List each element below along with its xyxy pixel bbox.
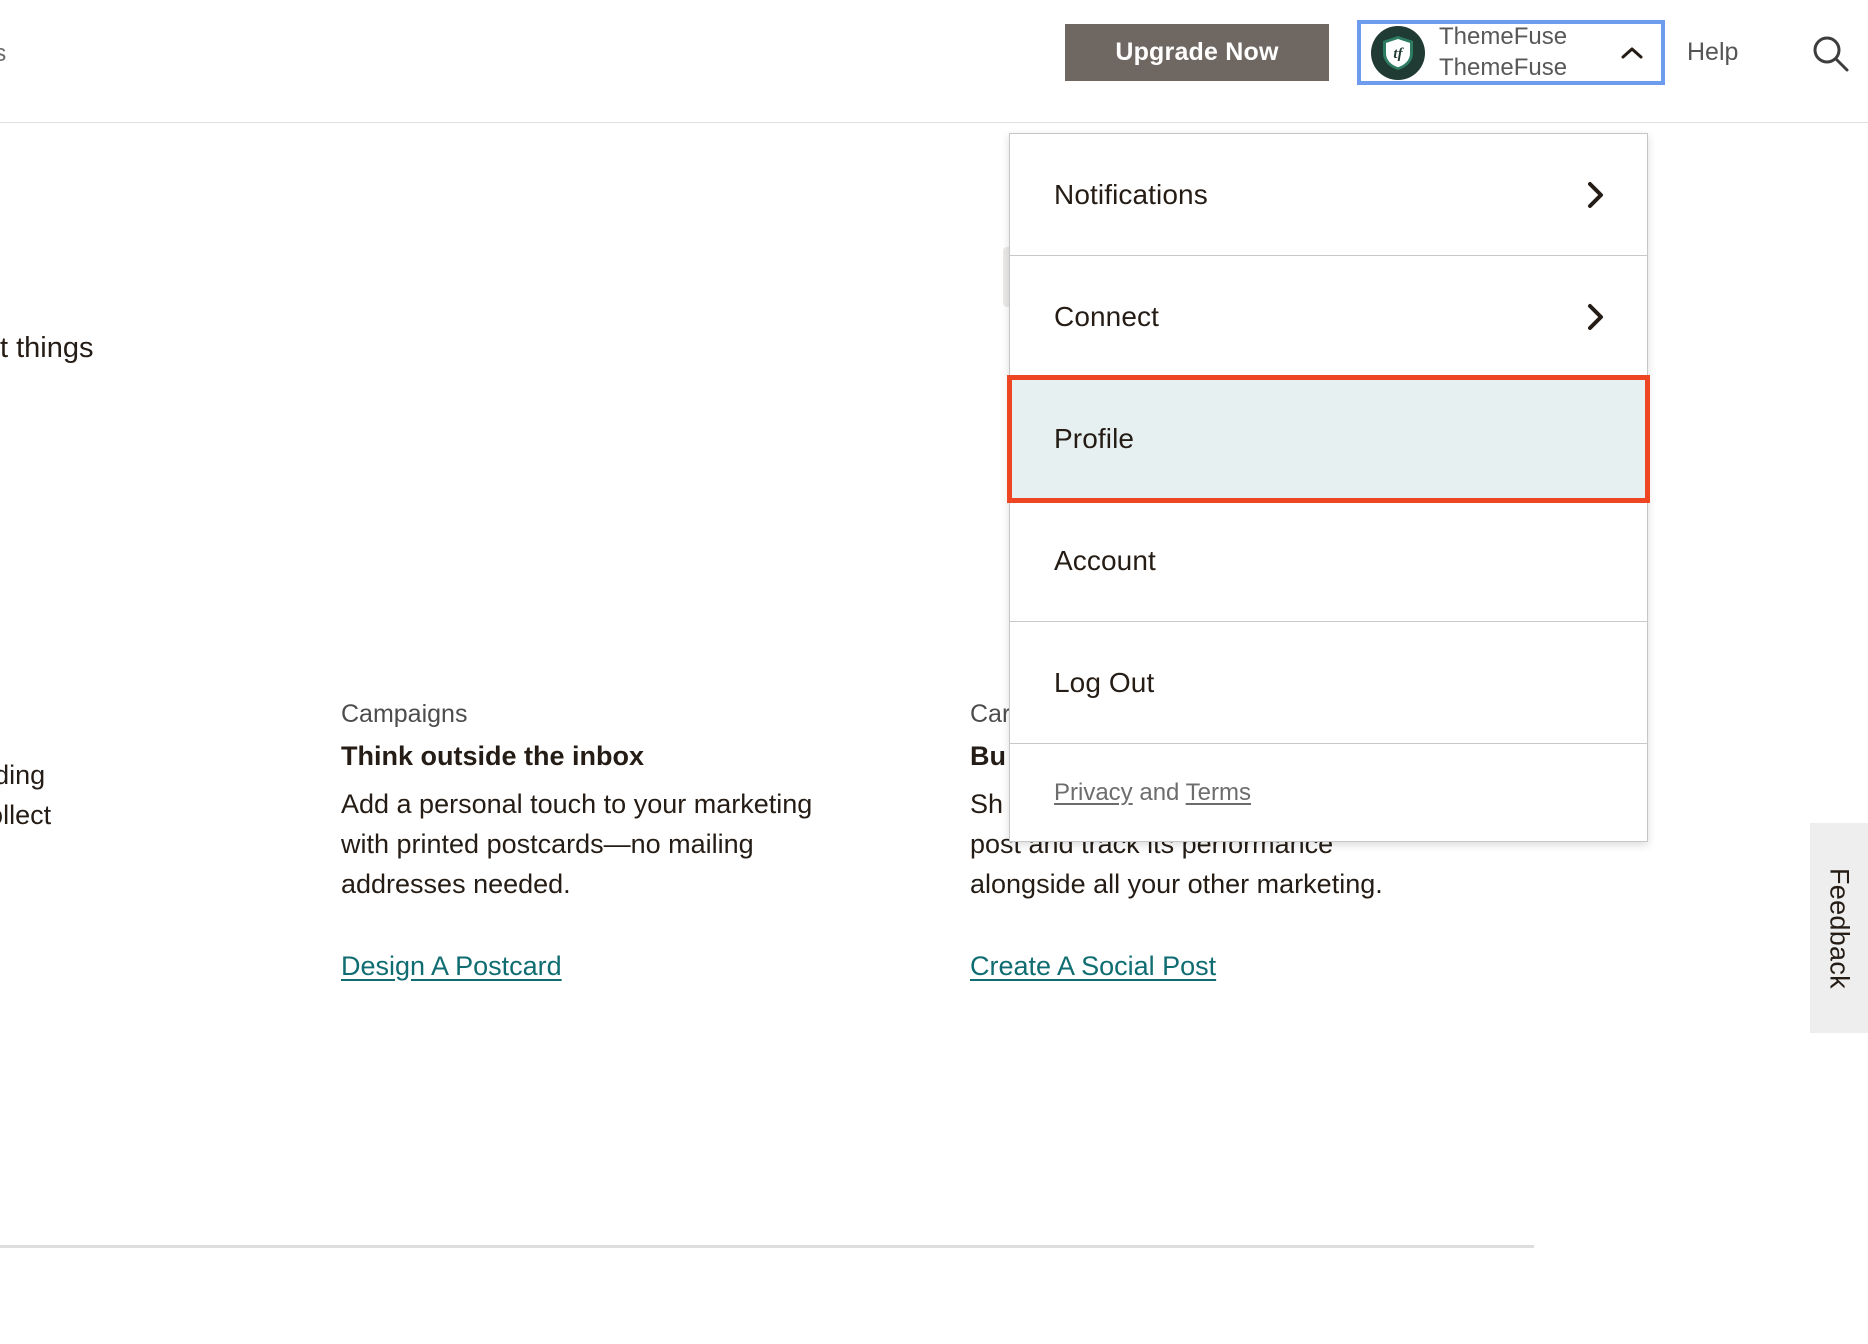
avatar: tf: [1371, 26, 1425, 80]
card-cta-link[interactable]: Create A Social Post: [970, 951, 1216, 982]
chevron-right-icon: [1587, 303, 1605, 331]
upgrade-now-button[interactable]: Upgrade Now: [1065, 24, 1329, 81]
menu-footer-text: Privacy and Terms: [1054, 779, 1251, 807]
card-body: with a landing easy to collect: [0, 755, 400, 835]
account-name-line-2: ThemeFuse: [1439, 53, 1567, 84]
menu-item-log-out[interactable]: Log Out: [1010, 622, 1647, 744]
menu-item-label: Connect: [1054, 301, 1159, 333]
card-eyebrow: Campaigns: [341, 700, 861, 729]
account-name-line-1: ThemeFuse: [1439, 22, 1567, 53]
card-body-line: alongside all your other marketing.: [970, 864, 1490, 904]
app-root: orts Upgrade Now tf ThemeFuse ThemeFuse …: [0, 0, 1868, 1344]
menu-item-profile[interactable]: Profile: [1010, 378, 1647, 500]
menu-item-label: Account: [1054, 545, 1156, 577]
card-body: Add a personal touch to your marketing w…: [341, 784, 861, 905]
card-title: e: [0, 712, 400, 743]
feedback-tab-label: Feedback: [1824, 868, 1855, 989]
menu-item-label: Notifications: [1054, 179, 1208, 211]
account-name-block: ThemeFuse ThemeFuse: [1439, 22, 1567, 83]
menu-item-notifications[interactable]: Notifications: [1010, 134, 1647, 256]
menu-item-account[interactable]: Account: [1010, 500, 1647, 622]
promo-card-landing-page: e with a landing easy to collect age: [0, 700, 400, 912]
menu-item-connect[interactable]: Connect: [1010, 256, 1647, 378]
privacy-link[interactable]: Privacy: [1054, 779, 1133, 806]
top-header: orts Upgrade Now tf ThemeFuse ThemeFuse …: [0, 0, 1868, 123]
menu-item-label: Profile: [1054, 423, 1134, 455]
nav-item-reports-partial[interactable]: orts: [0, 40, 6, 68]
page-subtitle: help you get things: [0, 332, 93, 365]
feedback-tab[interactable]: Feedback: [1810, 823, 1868, 1033]
account-switcher-button[interactable]: tf ThemeFuse ThemeFuse: [1355, 18, 1667, 87]
terms-link[interactable]: Terms: [1186, 779, 1251, 806]
menu-footer: Privacy and Terms: [1010, 744, 1647, 841]
card-cta-link[interactable]: Design A Postcard: [341, 951, 562, 982]
section-divider: [0, 1245, 1534, 1248]
card-body-line: with a landing: [0, 755, 400, 795]
search-icon[interactable]: [1810, 33, 1850, 73]
footer-conjunction: and: [1133, 779, 1186, 806]
chevron-right-icon: [1587, 181, 1605, 209]
card-body-line: easy to collect: [0, 795, 400, 835]
promo-card-postcard: Campaigns Think outside the inbox Add a …: [341, 700, 861, 982]
account-dropdown-menu: Notifications Connect Profile Account Lo…: [1009, 133, 1648, 842]
menu-item-label: Log Out: [1054, 667, 1154, 699]
help-link[interactable]: Help: [1687, 38, 1738, 67]
card-title: Think outside the inbox: [341, 741, 861, 772]
chevron-up-icon: [1621, 42, 1643, 64]
